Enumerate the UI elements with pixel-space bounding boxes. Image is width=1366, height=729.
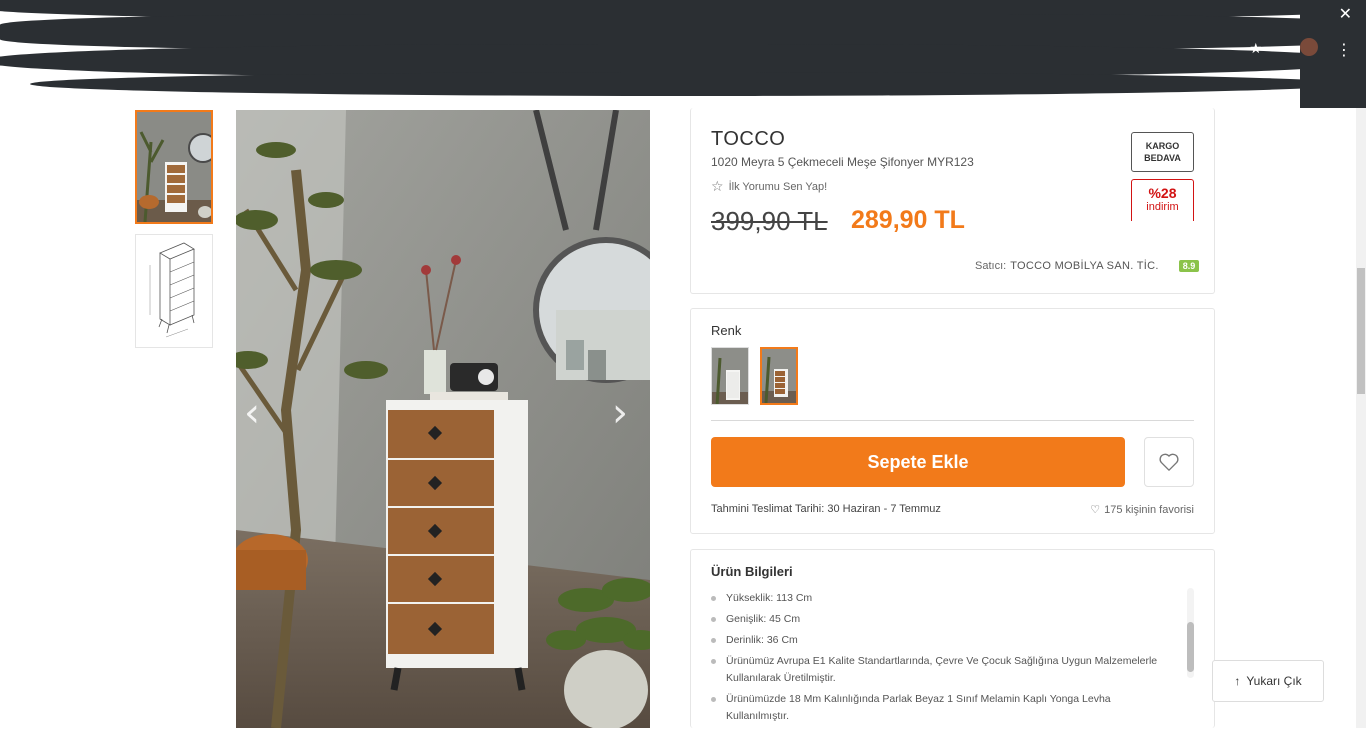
brand-name[interactable]: TOCCO [711,128,785,151]
estimated-delivery: Tahmini Teslimat Tarihi: 30 Haziran - 7 … [711,503,941,515]
old-price: 399,90 TL [711,206,828,236]
product-info-card: Ürün Bilgileri Yükseklik: 113 Cm Genişli… [690,549,1215,728]
discount-percent: %28 [1148,185,1177,201]
list-item: Genişlik: 45 Cm [711,611,1166,628]
list-item: Ürünümüz Avrupa E1 Kalite Standartlarınd… [711,653,1166,687]
heart-icon [1159,453,1179,471]
page-scrollbar[interactable] [1356,108,1366,728]
favorite-count: ♡ 175 kişinin favorisi [1090,503,1194,517]
swatch-white-image [712,348,748,404]
swatch-oak-image [762,349,796,403]
discount-badge: %28 indirim [1131,179,1194,221]
list-item: Ürünümüzde 18 Mm Kalınlığında Parlak Bey… [711,691,1166,725]
page-scrollbar-thumb[interactable] [1357,268,1365,394]
product-thumbnail-photo[interactable] [135,110,213,224]
thumbnail-photo-image [137,112,211,222]
variant-card: Renk Sepete Ekle Tahmini Teslimat Tarihi… [690,308,1215,534]
discount-label: indirim [1146,201,1179,213]
product-name: 1020 Meyra 5 Çekmeceli Meşe Şifonyer MYR… [711,155,974,169]
seller-label: Satıcı: [975,260,1007,272]
thumbnail-sketch-image [136,235,212,347]
favorite-count-icon: ♡ [1090,504,1101,516]
review-prompt[interactable]: ☆ İlk Yorumu Sen Yap! [711,178,827,195]
info-scrollbar[interactable] [1187,588,1194,678]
review-prompt-text[interactable]: İlk Yorumu Sen Yap! [729,181,828,193]
more-menu-icon[interactable]: ⋮ [1336,40,1352,60]
product-photo [236,110,650,728]
product-thumbnail-sketch[interactable] [135,234,213,348]
product-info-title: Ürün Bilgileri [711,564,793,579]
avatar[interactable] [1300,38,1318,56]
list-item: Yükseklik: 113 Cm [711,590,1166,607]
product-info-list: Yükseklik: 113 Cm Genişlik: 45 Cm Derinl… [711,590,1166,729]
list-item: Derinlik: 36 Cm [711,632,1166,649]
color-label: Renk [711,323,742,338]
add-to-cart-button[interactable]: Sepete Ekle [711,437,1125,487]
next-image-arrow-icon[interactable]: › [612,390,628,436]
close-icon[interactable]: ✕ [1339,4,1352,24]
divider [711,420,1194,421]
product-summary-card: TOCCO 1020 Meyra 5 Çekmeceli Meşe Şifony… [690,108,1215,294]
info-scrollbar-thumb[interactable] [1187,622,1194,672]
star-icon: ☆ [711,178,724,194]
arrow-up-icon: ↑ [1234,674,1241,688]
sale-price: 289,90 TL [851,206,965,234]
seller-name[interactable]: TOCCO MOBİLYA SAN. TİC. [1010,260,1159,272]
color-swatch-oak[interactable] [760,347,798,405]
favorite-button[interactable] [1144,437,1194,487]
free-shipping-badge: KARGO BEDAVA [1131,132,1194,172]
seller-info: Satıcı: TOCCO MOBİLYA SAN. TİC. 8.9 [975,260,1200,272]
favorite-count-text: 175 kişinin favorisi [1104,503,1194,516]
browser-chrome: ✕ ★ ⋮ [0,0,1366,108]
scribble-mark [30,72,1350,96]
scroll-to-top-label: Yukarı Çık [1246,674,1302,688]
seller-score-badge: 8.9 [1178,260,1200,272]
main-product-image[interactable] [236,110,650,728]
color-swatch-white[interactable] [711,347,749,405]
previous-image-arrow-icon[interactable]: ‹ [244,390,260,436]
scroll-to-top-button[interactable]: ↑ Yukarı Çık [1212,660,1324,702]
bookmark-star-icon[interactable]: ★ [1249,40,1262,57]
